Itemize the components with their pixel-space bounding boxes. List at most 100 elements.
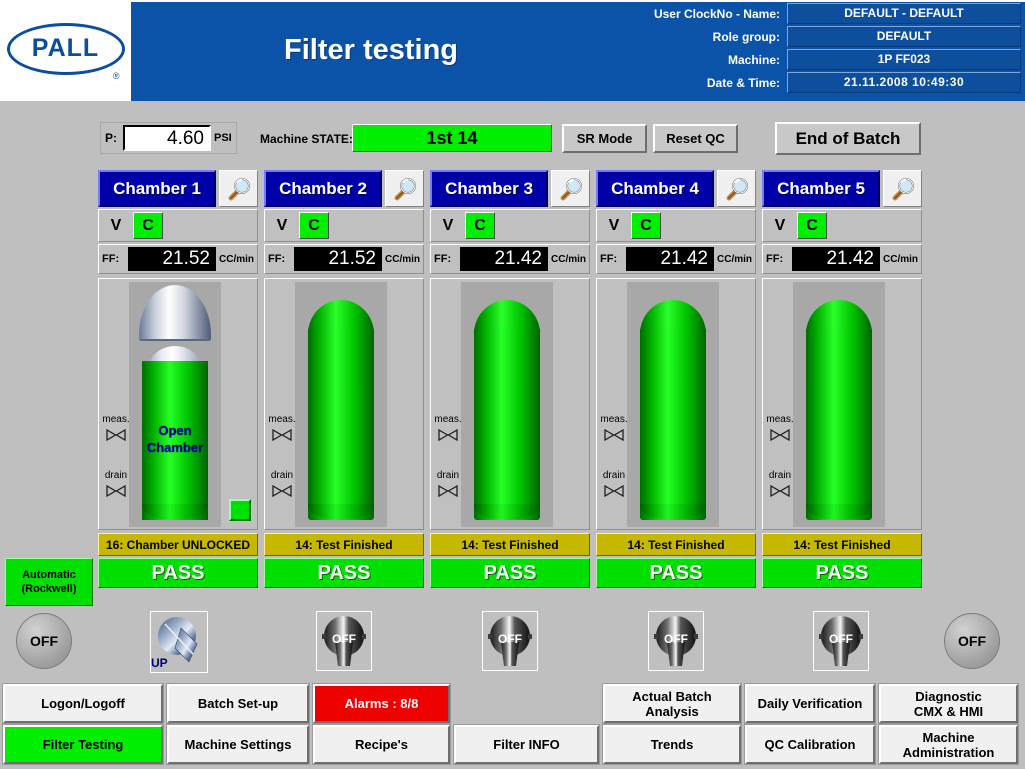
chamber-vessel (308, 327, 374, 520)
measure-valve-label: meas. (102, 414, 130, 425)
knob-label: OFF (30, 633, 58, 649)
end-of-batch-button[interactable]: End of Batch (775, 122, 921, 155)
chamber-vessel-area (461, 282, 553, 527)
knob-switch-up-2[interactable]: UP (150, 611, 208, 673)
chamber-title-5[interactable]: Chamber 5 (762, 170, 880, 207)
bottom-navigation: Logon/Logoff Batch Set-up Alarms : 8/8 Actu… (2, 683, 1022, 766)
measure-valve-label: meas. (600, 414, 628, 425)
chamber-vessel-area (295, 282, 387, 527)
nav-button-row1-5[interactable]: Actual Batch Analysis (602, 683, 742, 724)
ff-label: FF: (766, 253, 784, 265)
valve-column: meas. drain (600, 409, 628, 521)
chamber-zoom-button-1[interactable] (219, 170, 258, 207)
drain-valve[interactable]: drain (600, 465, 628, 497)
measure-valve[interactable]: meas. (766, 409, 794, 441)
chamber-open-label: Open Chamber (142, 422, 208, 456)
measure-valve[interactable]: meas. (102, 409, 130, 441)
chamber-zoom-button-2[interactable] (385, 170, 424, 207)
page-title: Filter testing (283, 34, 458, 66)
knob-switch-3[interactable]: OFF (316, 611, 372, 671)
ff-value: 21.52 (128, 247, 216, 271)
nav-button-row2-4[interactable]: Filter INFO (453, 724, 600, 765)
chamber-zoom-button-4[interactable] (717, 170, 756, 207)
magnifier-icon (560, 177, 582, 200)
drain-valve-label: drain (104, 470, 128, 481)
measure-valve[interactable]: meas. (600, 409, 628, 441)
ff-unit: CC/min (385, 253, 420, 265)
measure-valve[interactable]: meas. (268, 409, 296, 441)
info-value-datetime: 21.11.2008 10:49:30 (787, 72, 1021, 93)
open-label-line1: Open (158, 423, 192, 438)
chamber-vessel (474, 327, 540, 520)
drain-valve[interactable]: drain (268, 465, 296, 497)
drain-valve[interactable]: drain (102, 465, 130, 497)
drain-valve-label: drain (436, 470, 460, 481)
knob-switch-4[interactable]: OFF (482, 611, 538, 671)
valve-state-label: V (276, 216, 288, 234)
chamber-title-4[interactable]: Chamber 4 (596, 170, 714, 207)
chamber-title-3[interactable]: Chamber 3 (430, 170, 548, 207)
chamber-panel-1: Chamber 1 V C FF: 21.52 CC/min meas. drain Open C… (98, 170, 258, 595)
drain-valve-label: drain (768, 470, 792, 481)
nav-button-row1-1[interactable]: Logon/Logoff (2, 683, 164, 724)
drain-valve[interactable]: drain (434, 465, 462, 497)
chamber-title-1[interactable]: Chamber 1 (98, 170, 216, 207)
chamber-graphic-4: meas. drain (596, 278, 756, 530)
chamber-result-bar-5: PASS (762, 558, 922, 588)
nav-button-row2-7[interactable]: Machine Administration (878, 724, 1019, 765)
knob-label: UP (151, 656, 168, 670)
header: PALL ® Filter testing User ClockNo - Nam… (0, 0, 1025, 101)
chamber-ff-row-2: FF: 21.52 CC/min (264, 244, 424, 274)
ff-label: FF: (102, 253, 120, 265)
sr-mode-button[interactable]: SR Mode (562, 124, 647, 153)
chamber-panel-3: Chamber 3 V C FF: 21.42 CC/min meas. drain 14: T… (430, 170, 590, 595)
ff-unit: CC/min (219, 253, 254, 265)
chamber-status-bar-2: 14: Test Finished (264, 533, 424, 556)
chamber-panel-2: Chamber 2 V C FF: 21.52 CC/min meas. drain 14: T… (264, 170, 424, 595)
chamber-zoom-button-3[interactable] (551, 170, 590, 207)
machine-state-label: Machine STATE: (260, 132, 353, 146)
nav-button-row2-1[interactable]: Filter Testing (2, 724, 164, 765)
valve-column: meas. drain (434, 409, 462, 521)
reset-qc-button[interactable]: Reset QC (653, 124, 738, 153)
knob-label: OFF (958, 633, 986, 649)
nav-button-row2-2[interactable]: Machine Settings (166, 724, 310, 765)
chamber-closed-indicator: C (465, 212, 495, 239)
drain-valve[interactable]: drain (766, 465, 794, 497)
knob-switch-6[interactable]: OFF (813, 611, 869, 671)
chamber-lid-open (139, 285, 211, 341)
knob-switch-5[interactable]: OFF (648, 611, 704, 671)
chamber-status-bar-5: 14: Test Finished (762, 533, 922, 556)
chamber-header-4: Chamber 4 (596, 170, 756, 207)
magnifier-icon (726, 177, 748, 200)
info-label-datetime: Date & Time: (706, 75, 780, 90)
knob-round-1[interactable]: OFF (16, 613, 72, 669)
measure-valve[interactable]: meas. (434, 409, 462, 441)
nav-button-row2-6[interactable]: QC Calibration (744, 724, 876, 765)
chamber-ff-row-1: FF: 21.52 CC/min (98, 244, 258, 274)
ff-value: 21.42 (460, 247, 548, 271)
chamber-status-lamp[interactable] (229, 499, 251, 521)
valve-icon (106, 429, 126, 441)
knob-row: OFF UP OFF OFF OFF OFF OFF (0, 605, 1025, 683)
valve-column: meas. drain (102, 409, 130, 521)
nav-button-row1-2[interactable]: Batch Set-up (166, 683, 310, 724)
open-label-line2: Chamber (146, 440, 204, 455)
nav-button-row2-5[interactable]: Trends (602, 724, 742, 765)
nav-button-row1-7[interactable]: Diagnostic CMX & HMI (878, 683, 1019, 724)
info-value-user: DEFAULT - DEFAULT (787, 3, 1021, 24)
pressure-input[interactable]: 4.60 (123, 125, 211, 151)
chamber-vc-row-3: VC (430, 209, 590, 242)
measure-valve-label: meas. (434, 414, 462, 425)
nav-button-row1-3[interactable]: Alarms : 8/8 (312, 683, 451, 724)
chamber-graphic-5: meas. drain (762, 278, 922, 530)
nav-button-row1-6[interactable]: Daily Verification (744, 683, 876, 724)
valve-icon (272, 429, 292, 441)
chamber-panel-5: Chamber 5 V C FF: 21.42 CC/min meas. drain 14: T… (762, 170, 922, 595)
nav-button-row2-3[interactable]: Recipe's (312, 724, 451, 765)
chamber-zoom-button-5[interactable] (883, 170, 922, 207)
knob-round-7[interactable]: OFF (944, 613, 1000, 669)
chamber-ff-row-5: FF: 21.42 CC/min (762, 244, 922, 274)
valve-state-label: V (774, 216, 786, 234)
chamber-title-2[interactable]: Chamber 2 (264, 170, 382, 207)
